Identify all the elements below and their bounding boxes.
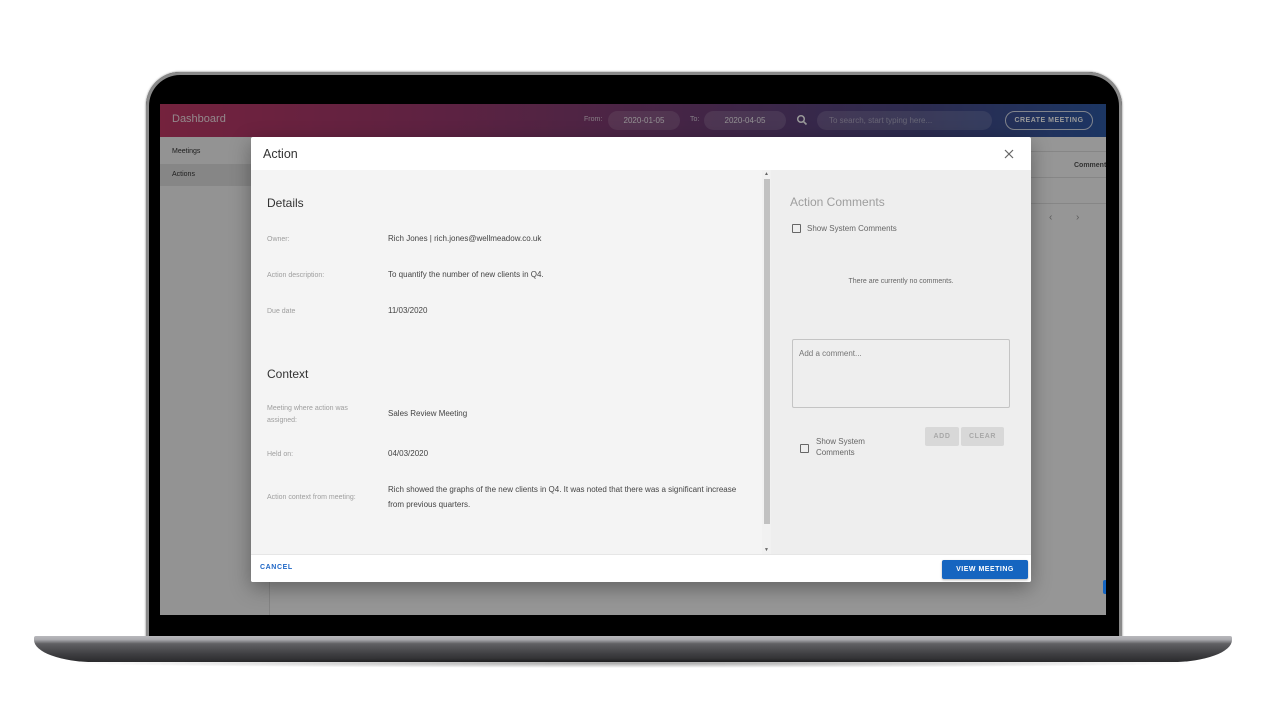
due-date-value: 11/03/2020 [388, 306, 428, 315]
action-dialog: Action Details Owner: Rich Jones | rich.… [251, 137, 1031, 582]
meeting-label: Meeting where action was assigned: [267, 405, 348, 424]
laptop-shadow [60, 658, 1210, 668]
action-description-value: To quantify the number of new clients in… [388, 270, 544, 279]
floating-action-edge [1103, 580, 1106, 594]
details-heading: Details [267, 196, 304, 210]
comments-pane: Action Comments Show System Comments The… [771, 170, 1031, 554]
owner-label: Owner: [267, 236, 290, 243]
held-on-label: Held on: [267, 451, 294, 458]
due-date-label: Due date [267, 308, 296, 315]
dialog-title: Action [263, 147, 298, 161]
dialog-body: Details Owner: Rich Jones | rich.jones@w… [251, 170, 1031, 554]
action-details-pane: Details Owner: Rich Jones | rich.jones@w… [251, 170, 771, 554]
empty-comments-message: There are currently no comments. [848, 278, 954, 285]
show-system-comments-label-bottom[interactable]: Show System Comments [816, 436, 886, 458]
context-heading: Context [267, 367, 309, 381]
comment-input[interactable] [792, 339, 1010, 408]
app-screen: Dashboard From: 2020-01-05 To: 2020-04-0… [160, 104, 1106, 615]
details-scrollbar[interactable]: ▲ ▼ [762, 170, 771, 554]
comments-heading: Action Comments [790, 195, 885, 209]
scroll-down-icon[interactable]: ▼ [764, 547, 769, 553]
context-label: Action context from meeting: [267, 494, 356, 501]
held-on-value: 04/03/2020 [388, 449, 429, 458]
show-system-comments-checkbox-bottom[interactable] [800, 444, 809, 453]
context-value: Rich showed the graphs of the new client… [388, 485, 737, 509]
scroll-up-icon[interactable]: ▲ [764, 171, 769, 177]
action-description-label: Action description: [267, 272, 325, 279]
cancel-button[interactable]: CANCEL [260, 564, 293, 571]
scrollbar-thumb[interactable] [764, 179, 770, 524]
view-meeting-button[interactable]: VIEW MEETING [942, 560, 1028, 579]
show-system-comments-checkbox-top[interactable] [792, 224, 801, 233]
owner-value: Rich Jones | rich.jones@wellmeadow.co.uk [388, 234, 542, 243]
add-comment-button[interactable]: ADD [925, 427, 959, 446]
dialog-footer: CANCEL VIEW MEETING [251, 554, 1031, 582]
show-system-comments-label-top[interactable]: Show System Comments [807, 223, 897, 234]
close-icon[interactable] [1003, 148, 1015, 160]
meeting-value: Sales Review Meeting [388, 409, 468, 418]
clear-comment-button[interactable]: CLEAR [961, 427, 1004, 446]
